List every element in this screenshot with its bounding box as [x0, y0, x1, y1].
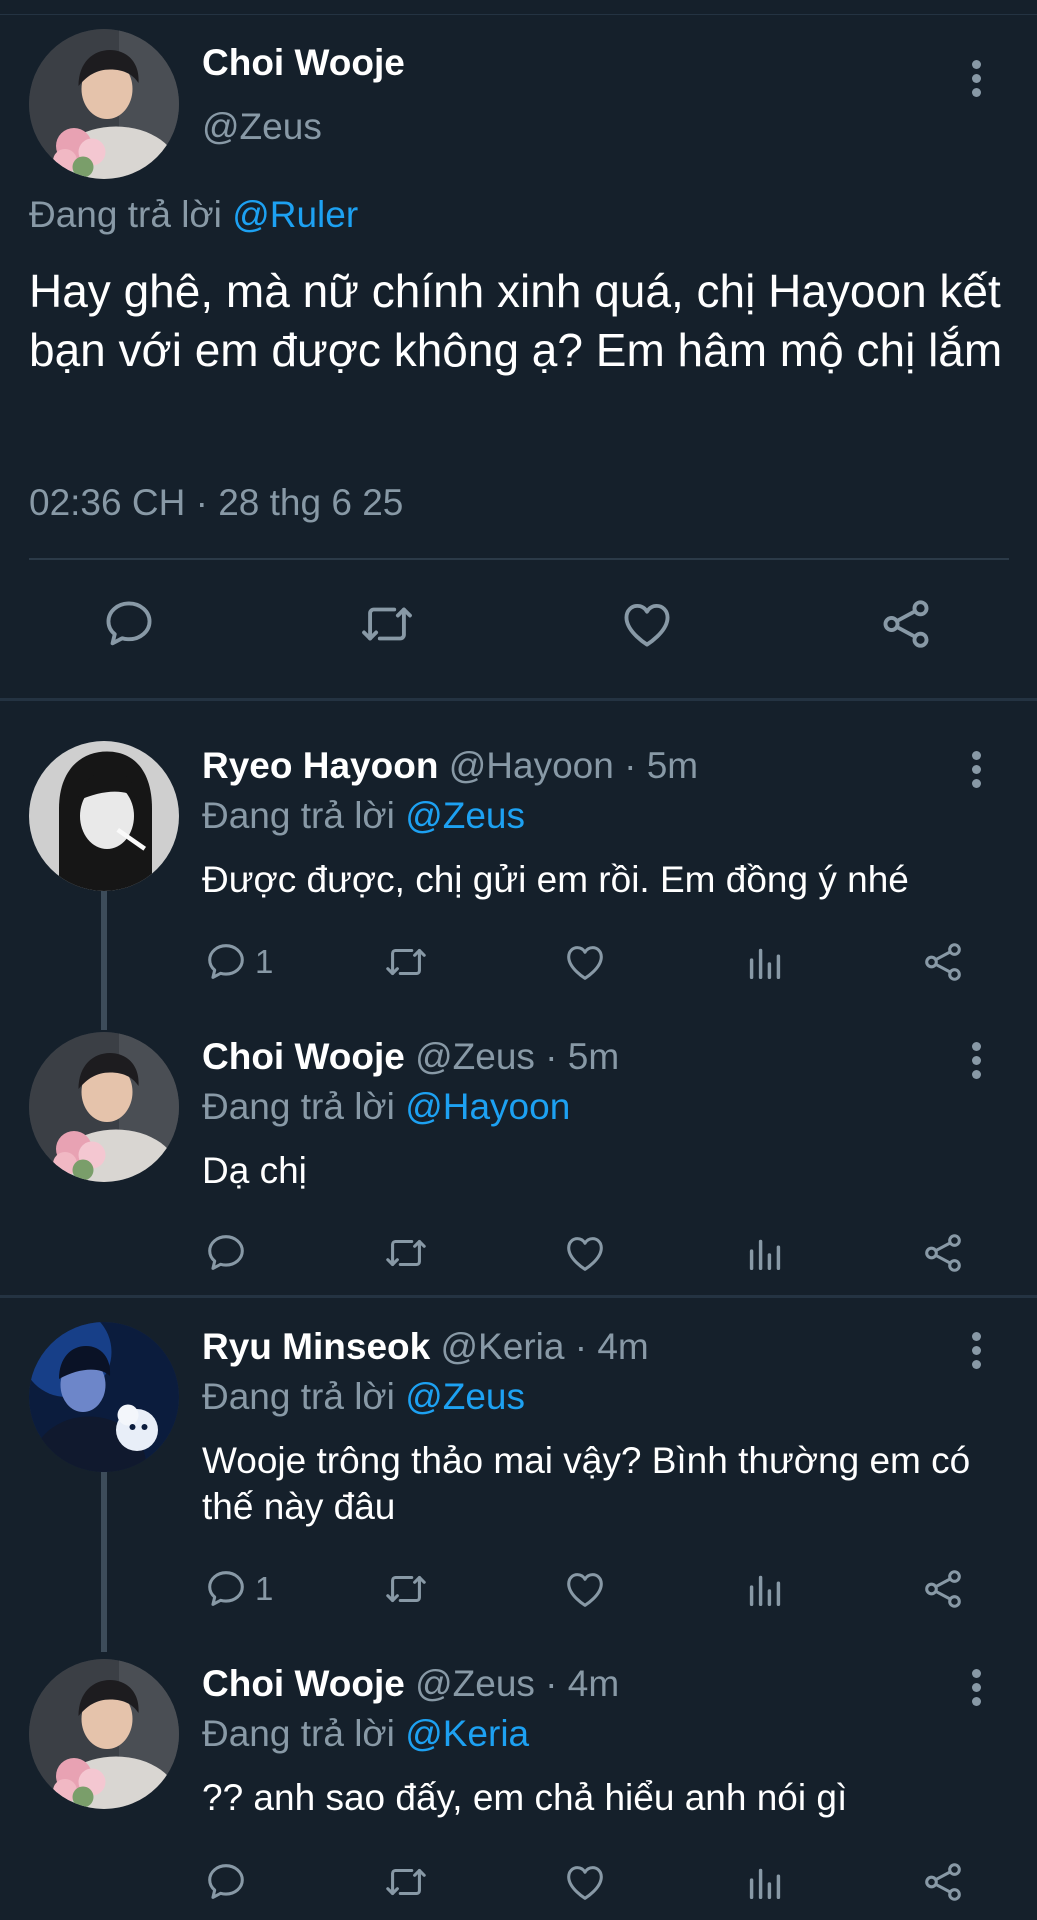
- replying-prefix: Đang trả lời: [29, 194, 222, 235]
- replying-to-line: Đang trả lời @Zeus: [202, 795, 525, 837]
- reply-icon[interactable]: [100, 595, 160, 655]
- tweet-timestamp[interactable]: 02:36 CH · 28 thg 6 25: [29, 482, 403, 524]
- retweet-icon[interactable]: [383, 1564, 429, 1614]
- replying-to-line: Đang trả lời @Keria: [202, 1713, 529, 1755]
- dark-hair-girl-avatar-image: [29, 741, 179, 891]
- like-icon[interactable]: [562, 1564, 608, 1614]
- share-icon[interactable]: [920, 937, 966, 987]
- reply-icon: [203, 1566, 249, 1612]
- mention-link[interactable]: @Hayoon: [405, 1086, 570, 1127]
- reply-icon: [203, 939, 249, 985]
- like-icon[interactable]: [562, 937, 608, 987]
- user-handle[interactable]: @Hayoon · 5m: [449, 745, 698, 786]
- user-handle[interactable]: @Zeus: [202, 106, 322, 148]
- reply-count: 1: [255, 943, 274, 980]
- more-options-icon[interactable]: [970, 751, 982, 789]
- display-name[interactable]: Choi Wooje: [202, 42, 405, 84]
- retweet-icon[interactable]: [383, 937, 429, 987]
- more-options-icon[interactable]: [970, 1669, 982, 1707]
- reply-header: Choi Wooje @Zeus · 4m: [202, 1663, 619, 1705]
- user-handle[interactable]: @Keria · 4m: [441, 1326, 649, 1367]
- main-tweet: Choi Wooje @Zeus Đang trả lời @Ruler Hay…: [0, 0, 1037, 700]
- section-divider: [0, 1295, 1037, 1298]
- replying-prefix: Đang trả lời: [202, 1713, 395, 1754]
- analytics-icon[interactable]: [742, 1564, 788, 1614]
- mention-link[interactable]: @Zeus: [405, 795, 525, 836]
- tweet-text: Được được, chị gửi em rồi. Em đồng ý nhé: [202, 859, 909, 900]
- tweet-actions: 1: [0, 937, 1037, 989]
- reply-header: Choi Wooje @Zeus · 5m: [202, 1036, 619, 1078]
- reply-tweet: Choi Wooje @Zeus · 5m Đang trả lời @Hayo…: [0, 1032, 1037, 1282]
- tweet-actions: 1: [0, 1564, 1037, 1616]
- boy-blue-light-avatar-image: [29, 1322, 179, 1472]
- user-handle[interactable]: @Zeus · 4m: [415, 1663, 619, 1704]
- replying-prefix: Đang trả lời: [202, 1376, 395, 1417]
- analytics-icon[interactable]: [742, 937, 788, 987]
- reply-icon[interactable]: [203, 1228, 249, 1278]
- tweet-text: Dạ chị: [202, 1150, 307, 1191]
- retweet-icon[interactable]: [383, 1228, 429, 1278]
- section-divider: [0, 698, 1037, 701]
- display-name[interactable]: Ryu Minseok: [202, 1326, 430, 1367]
- mention-link[interactable]: @Zeus: [405, 1376, 525, 1417]
- divider: [29, 558, 1009, 560]
- reply-count: 1: [255, 1570, 274, 1607]
- tweet-actions: [0, 1857, 1037, 1909]
- avatar[interactable]: [29, 741, 179, 891]
- like-icon[interactable]: [618, 595, 678, 655]
- more-options-icon[interactable]: [970, 60, 982, 98]
- avatar[interactable]: [29, 1322, 179, 1472]
- replying-to-line: Đang trả lời @Hayoon: [202, 1086, 570, 1128]
- tweet-actions: [0, 595, 1037, 665]
- tweet-text: ?? anh sao đấy, em chả hiểu anh nói gì: [202, 1777, 848, 1818]
- display-name[interactable]: Ryeo Hayoon: [202, 745, 438, 786]
- tweet-text: Wooje trông thảo mai vậy? Bình thường em…: [202, 1440, 971, 1527]
- reply-header: Ryeo Hayoon @Hayoon · 5m: [202, 745, 698, 787]
- share-icon[interactable]: [920, 1857, 966, 1907]
- analytics-icon[interactable]: [742, 1857, 788, 1907]
- avatar[interactable]: [29, 1659, 179, 1809]
- boy-with-flowers-avatar-image: [29, 1659, 179, 1809]
- boy-with-flowers-avatar-image: [29, 1032, 179, 1182]
- reply-button[interactable]: 1: [203, 1564, 273, 1614]
- tweet-actions: [0, 1228, 1037, 1280]
- like-icon[interactable]: [562, 1228, 608, 1278]
- display-name[interactable]: Choi Wooje: [202, 1663, 405, 1704]
- reply-tweet: Ryu Minseok @Keria · 4m Đang trả lời @Ze…: [0, 1322, 1037, 1622]
- mention-link[interactable]: @Keria: [405, 1713, 529, 1754]
- boy-with-flowers-avatar-image: [29, 29, 179, 179]
- replying-prefix: Đang trả lời: [202, 1086, 395, 1127]
- mention-link[interactable]: @Ruler: [232, 194, 358, 235]
- like-icon[interactable]: [562, 1857, 608, 1907]
- share-icon[interactable]: [877, 595, 937, 655]
- user-handle[interactable]: @Zeus · 5m: [415, 1036, 619, 1077]
- reply-tweet: Choi Wooje @Zeus · 4m Đang trả lời @Keri…: [0, 1659, 1037, 1914]
- replying-to-line: Đang trả lời @Zeus: [202, 1376, 525, 1418]
- avatar[interactable]: [29, 1032, 179, 1182]
- retweet-icon[interactable]: [383, 1857, 429, 1907]
- display-name[interactable]: Choi Wooje: [202, 1036, 405, 1077]
- share-icon[interactable]: [920, 1228, 966, 1278]
- reply-icon[interactable]: [203, 1857, 249, 1907]
- reply-button[interactable]: 1: [203, 937, 273, 987]
- tweet-text: Hay ghê, mà nữ chính xinh quá, chị Hayoo…: [29, 265, 1003, 376]
- replying-to-line: Đang trả lời @Ruler: [29, 194, 358, 236]
- more-options-icon[interactable]: [970, 1042, 982, 1080]
- replying-prefix: Đang trả lời: [202, 795, 395, 836]
- more-options-icon[interactable]: [970, 1332, 982, 1370]
- retweet-icon[interactable]: [358, 595, 418, 655]
- reply-tweet: Ryeo Hayoon @Hayoon · 5m Đang trả lời @Z…: [0, 741, 1037, 991]
- analytics-icon[interactable]: [742, 1228, 788, 1278]
- reply-header: Ryu Minseok @Keria · 4m: [202, 1326, 649, 1368]
- share-icon[interactable]: [920, 1564, 966, 1614]
- avatar[interactable]: [29, 29, 179, 179]
